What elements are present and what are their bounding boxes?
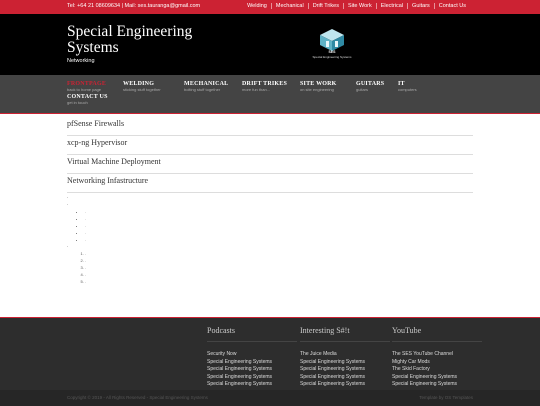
site-footer: Podcasts Security Now Special Engineerin… [0,317,540,406]
service-item[interactable]: Virtual Machine Deployment [67,156,473,174]
nav-item-sub: on site engineering [300,87,334,92]
nav-item-site-work[interactable]: SITE WORK on site engineering [300,81,337,92]
nav-item-frontpage[interactable]: FRONTPAGE back to home page [67,81,106,92]
template-credit[interactable]: Template by OS Templates [419,395,473,400]
placeholder-text: . [67,201,69,207]
top-link-electrical[interactable]: Electrical [375,3,407,9]
nav-item-sub: more fun than... [242,87,271,92]
footer-link[interactable]: Special Engineering Systems [300,374,390,382]
list-item: . [85,257,473,264]
nav-item-sub: bolting stuff together [184,87,221,92]
list-item: . [85,264,473,271]
nav-item-drift-trikes[interactable]: DRIFT TRIKES more fun than... [242,81,287,92]
list-item: . [85,250,473,257]
top-link-drift-trikes[interactable]: Drift Trikes [307,3,343,9]
service-item[interactable]: xcp-ng Hypervisor [67,137,473,155]
list-item: . [85,208,473,215]
footer-heading: Interesting S#!t [300,326,390,342]
logo-cube-icon [320,29,344,51]
nav-item-sub: back to home page [67,87,102,92]
list-item: . [85,278,473,285]
top-bar: Tel: +64 21 08609634 | Mail: ses.taurang… [0,0,540,14]
footer-link[interactable]: Special Engineering Systems [392,374,482,382]
nav-divider [0,113,540,114]
main-content: pfSense Firewalls xcp-ng Hypervisor Virt… [67,118,473,285]
nav-item-sub: get in touch [67,100,88,105]
nav-item-contact-us[interactable]: CONTACT US get in touch [67,94,108,105]
logo-caption: Special Engineering Systems [312,55,352,59]
top-link-welding[interactable]: Welding [243,3,271,9]
service-item[interactable]: pfSense Firewalls [67,118,473,136]
list-item: . [85,229,473,236]
footer-link[interactable]: The SES YouTube Channel [392,351,482,359]
footer-link[interactable]: The Juice Media [300,351,390,359]
footer-link[interactable]: The Skid Factory [392,366,482,374]
top-link-contact-us[interactable]: Contact Us [433,3,470,9]
footer-link[interactable]: Special Engineering Systems [207,366,297,374]
top-link-mechanical[interactable]: Mechanical [270,3,308,9]
placeholder-text: . [67,194,69,200]
list-item: . [85,215,473,222]
list-item: . [85,271,473,278]
nav-item-mechanical[interactable]: MECHANICAL bolting stuff together [184,81,228,92]
footer-column-podcasts: Podcasts Security Now Special Engineerin… [207,326,297,389]
site-header: Special Engineering Systems Networking S… [0,14,540,75]
footer-link[interactable]: Special Engineering Systems [300,359,390,367]
site-title[interactable]: Special Engineering Systems [67,24,237,56]
main-nav: FRONTPAGE back to home page CONTACT US g… [0,75,540,114]
footer-link[interactable]: Security Now [207,351,297,359]
footer-link[interactable]: Special Engineering Systems [300,366,390,374]
site-subtitle: Networking [67,58,95,64]
footer-link[interactable]: Mighty Car Mods [392,359,482,367]
footer-column-interesting: Interesting S#!t The Juice Media Special… [300,326,390,389]
copyright-text: Copyright © 2019 - All Rights Reserved -… [67,395,208,400]
bullet-list: . . . . . [67,208,473,243]
footer-link[interactable]: Special Engineering Systems [207,359,297,367]
footer-heading: YouTube [392,326,482,342]
nav-item-sub: guitars [356,87,369,92]
footer-column-youtube: YouTube The SES YouTube Channel Mighty C… [392,326,482,389]
footer-link[interactable]: Special Engineering Systems [207,374,297,382]
footer-bottom-bar: Copyright © 2019 - All Rights Reserved -… [0,390,540,406]
nav-item-sub: sticking stuff together [123,87,161,92]
nav-item-sub: computers [398,87,417,92]
footer-link[interactable]: Special Engineering Systems [300,381,390,389]
top-link-site-work[interactable]: Site Work [342,3,376,9]
list-item: . [85,222,473,229]
nav-item-welding[interactable]: WELDING sticking stuff together [123,81,161,92]
footer-heading: Podcasts [207,326,297,342]
placeholder-text: . [67,243,69,249]
footer-link[interactable]: Special Engineering Systems [392,381,482,389]
logo-text: SES [328,50,336,54]
numbered-list: . . . . . [67,250,473,285]
service-item[interactable]: Networking Infastructure [67,175,473,193]
site-logo[interactable]: SES Special Engineering Systems [312,28,352,62]
nav-item-it[interactable]: IT computers [398,81,417,92]
list-item: . [85,236,473,243]
contact-info: Tel: +64 21 08609634 | Mail: ses.taurang… [67,3,201,9]
footer-link[interactable]: Special Engineering Systems [207,381,297,389]
nav-item-guitars[interactable]: GUITARS guitars [356,81,384,92]
top-link-guitars[interactable]: Guitars [407,3,434,9]
top-links: Welding Mechanical Drift Trikes Site Wor… [243,3,470,9]
